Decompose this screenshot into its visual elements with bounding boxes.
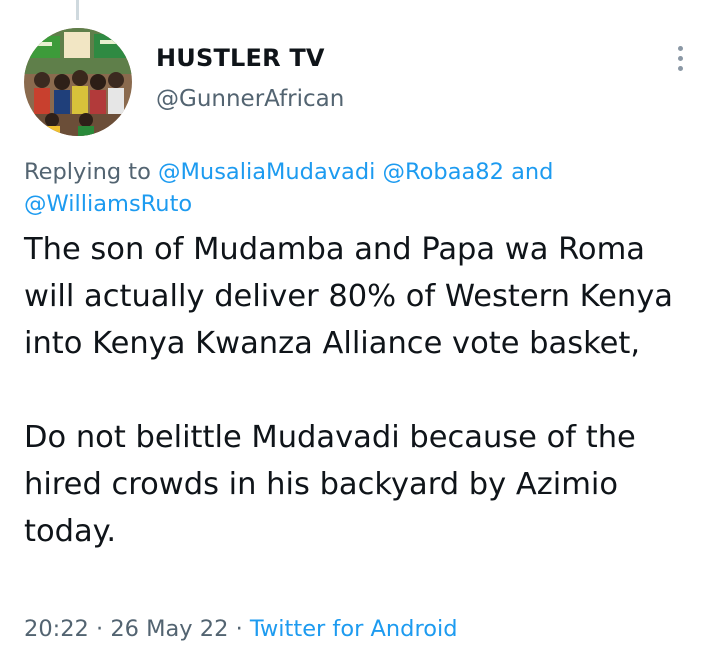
mention-conjunction[interactable]: and <box>511 159 553 185</box>
mention-link[interactable]: @MusaliaMudavadi <box>158 159 375 185</box>
more-options-dot <box>677 65 683 71</box>
meta-separator: · <box>96 616 104 642</box>
reply-context: Replying to @MusaliaMudavadi @Robaa82 an… <box>24 156 664 220</box>
tweet-text: The son of Mudamba and Papa wa Roma will… <box>24 226 704 555</box>
tweet-source-link[interactable]: Twitter for Android <box>250 616 458 642</box>
mention-link[interactable]: @Robaa82 <box>383 159 504 185</box>
more-options-dot <box>677 55 683 61</box>
mention-link[interactable]: @WilliamsRuto <box>24 191 192 217</box>
author-display-name[interactable]: HUSTLER TV <box>156 44 325 72</box>
tweet-paragraph: The son of Mudamba and Papa wa Roma will… <box>24 232 673 361</box>
tweet-meta: 20:22 · 26 May 22 · Twitter for Android <box>24 616 458 642</box>
more-options-icon[interactable] <box>666 42 694 74</box>
tweet-view: HUSTLER TV @GunnerAfrican Replying to @M… <box>0 0 720 664</box>
tweet-date[interactable]: 26 May 22 <box>110 616 228 642</box>
more-options-dot <box>677 45 683 51</box>
group-photo-avatar-icon <box>24 28 132 136</box>
thread-connector-line <box>76 0 79 20</box>
avatar[interactable] <box>24 28 132 136</box>
tweet-paragraph: Do not belittle Mudavadi because of the … <box>24 420 636 549</box>
tweet-time[interactable]: 20:22 <box>24 616 89 642</box>
reply-prefix: Replying to <box>24 159 151 185</box>
meta-separator: · <box>235 616 243 642</box>
author-handle[interactable]: @GunnerAfrican <box>156 86 344 112</box>
